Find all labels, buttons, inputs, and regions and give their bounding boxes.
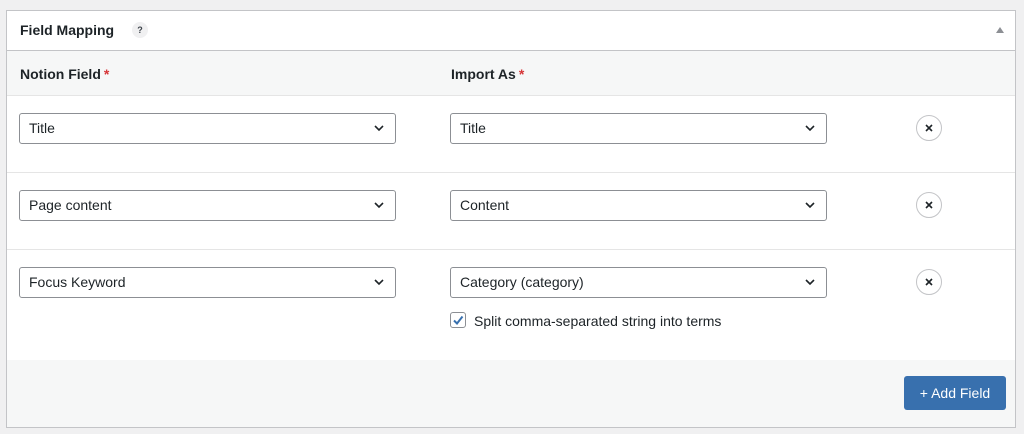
import-as-select[interactable]: Content bbox=[450, 190, 827, 221]
column-header: Notion Field * Import As * bbox=[7, 51, 1015, 96]
notion-field-select[interactable]: Focus Keyword bbox=[19, 267, 396, 298]
notion-field-select[interactable]: Title bbox=[19, 113, 396, 144]
split-terms-checkbox[interactable] bbox=[450, 312, 466, 328]
import-as-header: Import As * bbox=[451, 66, 524, 82]
chevron-down-icon bbox=[374, 279, 384, 286]
import-as-value: Category (category) bbox=[460, 274, 584, 290]
chevron-down-icon bbox=[805, 202, 815, 209]
panel-header: Field Mapping ? bbox=[7, 11, 1015, 51]
import-as-value: Content bbox=[460, 197, 510, 213]
panel-title: Field Mapping bbox=[20, 22, 115, 38]
notion-field-header-label: Notion Field bbox=[20, 66, 101, 82]
mapping-row: Focus Keyword Category (category) Split … bbox=[7, 250, 1015, 361]
notion-field-select[interactable]: Page content bbox=[19, 190, 396, 221]
mapping-row: Title Title bbox=[7, 96, 1015, 173]
required-marker: * bbox=[518, 66, 525, 82]
close-icon bbox=[925, 124, 933, 132]
notion-field-value: Page content bbox=[29, 197, 112, 213]
collapse-arrow-icon[interactable] bbox=[995, 24, 1007, 36]
remove-row-button[interactable] bbox=[916, 269, 942, 295]
import-as-select[interactable]: Category (category) bbox=[450, 267, 827, 298]
required-marker: * bbox=[103, 66, 110, 82]
add-field-button[interactable]: + Add Field bbox=[904, 376, 1006, 410]
chevron-down-icon bbox=[374, 125, 384, 132]
mapping-row: Page content Content bbox=[7, 173, 1015, 250]
notion-field-header: Notion Field * bbox=[20, 66, 109, 82]
chevron-down-icon bbox=[805, 279, 815, 286]
checkmark-icon bbox=[453, 315, 464, 326]
close-icon bbox=[925, 278, 933, 286]
chevron-down-icon bbox=[374, 202, 384, 209]
field-mapping-panel: Field Mapping ? Notion Field * Import As *… bbox=[6, 10, 1016, 428]
panel-footer: + Add Field bbox=[7, 360, 1015, 427]
close-icon bbox=[925, 201, 933, 209]
import-as-header-label: Import As bbox=[451, 66, 516, 82]
help-icon[interactable]: ? bbox=[132, 22, 148, 38]
remove-row-button[interactable] bbox=[916, 192, 942, 218]
remove-row-button[interactable] bbox=[916, 115, 942, 141]
chevron-down-icon bbox=[805, 125, 815, 132]
import-as-select[interactable]: Title bbox=[450, 113, 827, 144]
notion-field-value: Focus Keyword bbox=[29, 274, 126, 290]
import-as-value: Title bbox=[460, 120, 486, 136]
split-terms-label[interactable]: Split comma-separated string into terms bbox=[474, 312, 721, 330]
notion-field-value: Title bbox=[29, 120, 55, 136]
